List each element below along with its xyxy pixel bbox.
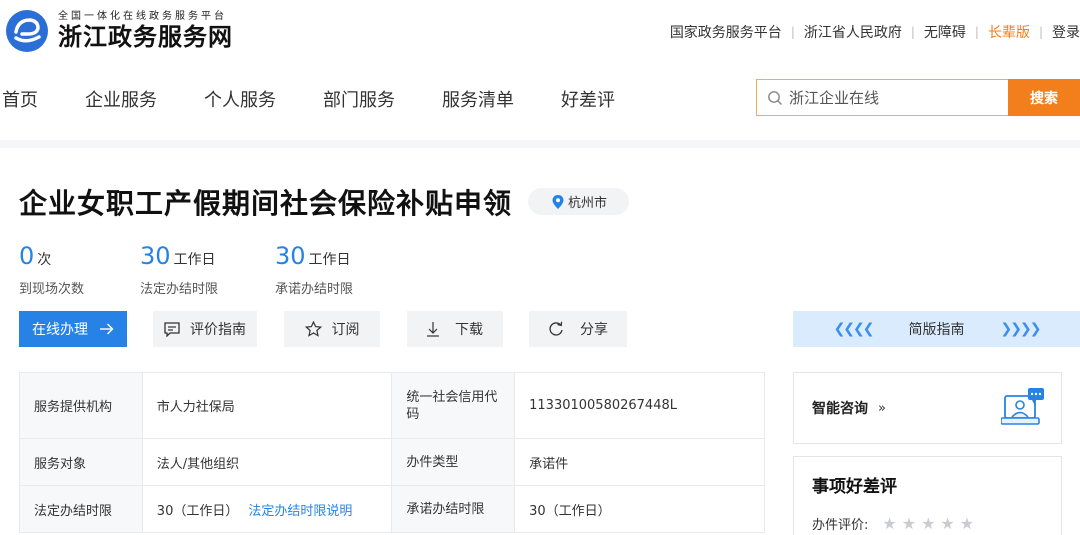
nav-item-rating[interactable]: 好差评 — [561, 86, 615, 112]
share-label: 分享 — [580, 322, 608, 338]
star-rating[interactable]: ★ ★ ★ ★ ★ — [882, 514, 979, 533]
table-cell-value: 法人/其他组织 — [141, 438, 393, 486]
link-provincial-gov[interactable]: 浙江省人民政府 — [804, 22, 902, 42]
star-outline-icon — [304, 321, 322, 337]
legal-time-value: 30（工作日） — [156, 503, 239, 519]
smart-consult-label: 智能咨询 — [812, 401, 868, 417]
divider — [0, 140, 1080, 148]
stat-unit: 次 — [37, 252, 52, 268]
location-badge[interactable]: 杭州市 — [528, 188, 630, 215]
star-icon[interactable]: ★ — [960, 514, 974, 533]
rating-row: 办件评价: ★ ★ ★ ★ ★ — [812, 514, 1043, 533]
table-row: 服务对象 法人/其他组织 办件类型 承诺件 — [19, 438, 765, 486]
separator: | — [974, 25, 979, 39]
service-rating-card: 事项好差评 办件评价: ★ ★ ★ ★ ★ — [793, 456, 1062, 535]
stat-number: 0 — [19, 242, 35, 270]
table-cell-value: 市人力社保局 — [141, 372, 393, 439]
separator: | — [790, 25, 795, 39]
nav-item-home[interactable]: 首页 — [2, 86, 38, 112]
location-label: 杭州市 — [568, 196, 608, 211]
table-cell-label: 服务提供机构 — [19, 372, 143, 439]
table-cell-value: 30（工作日） — [514, 485, 765, 533]
online-apply-label: 在线办理 — [32, 322, 88, 338]
stat-number: 30 — [275, 242, 306, 270]
link-elder-version[interactable]: 长辈版 — [988, 22, 1030, 42]
search-icon — [767, 90, 783, 106]
download-icon — [427, 321, 439, 337]
top-links: 国家政务服务平台 | 浙江省人民政府 | 无障碍 | 长辈版 | 登录 — [670, 22, 1080, 42]
table-cell-label: 办件类型 — [391, 438, 516, 486]
table-cell-label: 服务对象 — [19, 438, 143, 486]
rating-label: 办件评价: — [812, 518, 869, 533]
share-button[interactable]: 分享 — [529, 311, 627, 347]
online-apply-button[interactable]: 在线办理 — [19, 311, 127, 347]
service-info-table: 服务提供机构 市人力社保局 统一社会信用代码 11330100580267448… — [19, 372, 765, 533]
page-title: 企业女职工产假期间社会保险补贴申领 — [19, 187, 513, 220]
rating-title: 事项好差评 — [812, 477, 897, 497]
stat-unit: 工作日 — [173, 252, 216, 268]
simple-guide-label: 简版指南 — [908, 322, 965, 338]
table-row: 法定办结时限 30（工作日） 法定办结时限说明 承诺办结时限 30（工作日） — [19, 485, 765, 533]
stat-label: 法定办结时限 — [140, 282, 219, 297]
table-cell-value: 承诺件 — [514, 438, 765, 486]
site-logo[interactable]: 全国一体化在线政务服务平台 浙江政务服务网 — [6, 10, 233, 52]
stat-label: 承诺办结时限 — [275, 282, 354, 297]
double-chevron-right-icon: » — [878, 400, 886, 416]
stat-promised-time-limit: 30 工作日 承诺办结时限 — [275, 243, 353, 297]
logo-emblem-icon — [6, 10, 48, 52]
legal-time-explanation-link[interactable]: 法定办结时限说明 — [248, 504, 352, 519]
evaluate-guide-button[interactable]: 评价指南 — [153, 311, 257, 347]
main-nav: 首页 企业服务 个人服务 部门服务 服务清单 好差评 — [0, 86, 662, 112]
table-cell-value: 11330100580267448L — [514, 372, 765, 439]
table-cell-label: 承诺办结时限 — [391, 485, 516, 533]
location-pin-icon — [552, 194, 564, 209]
simple-guide-bar[interactable]: ❮❮❮❮ 简版指南 ❯❯❯❯ — [793, 311, 1080, 347]
table-cell-label: 法定办结时限 — [19, 485, 143, 533]
download-button[interactable]: 下载 — [407, 311, 503, 347]
nav-item-service-list[interactable]: 服务清单 — [442, 86, 514, 112]
chevrons-left-icon: ❮❮❮❮ — [833, 321, 875, 337]
stat-onsite-visits: 0次 到现场次数 — [19, 243, 84, 297]
comment-icon — [164, 321, 180, 337]
arrow-right-icon — [100, 323, 114, 335]
table-cell-value: 30（工作日） 法定办结时限说明 — [141, 485, 393, 533]
logo-title: 浙江政务服务网 — [58, 22, 233, 51]
link-accessibility[interactable]: 无障碍 — [924, 22, 966, 42]
table-row: 服务提供机构 市人力社保局 统一社会信用代码 11330100580267448… — [19, 372, 765, 439]
star-icon[interactable]: ★ — [882, 514, 896, 533]
link-national-platform[interactable]: 国家政务服务平台 — [670, 22, 782, 42]
separator: | — [1038, 25, 1043, 39]
link-login[interactable]: 登录 — [1052, 22, 1080, 42]
nav-item-department[interactable]: 部门服务 — [323, 86, 395, 112]
nav-item-personal[interactable]: 个人服务 — [204, 86, 276, 112]
chevrons-right-icon: ❯❯❯❯ — [1000, 321, 1042, 337]
stat-legal-time-limit: 30 工作日 法定办结时限 — [140, 243, 218, 297]
evaluate-guide-label: 评价指南 — [190, 322, 246, 338]
search-input[interactable]: 浙江企业在线 — [756, 79, 1008, 116]
smart-consult-card[interactable]: 智能咨询 » — [793, 372, 1062, 444]
subscribe-label: 订阅 — [331, 322, 360, 338]
stat-label: 到现场次数 — [19, 282, 85, 297]
separator: | — [910, 25, 915, 39]
share-icon — [548, 321, 564, 337]
stat-number: 30 — [140, 242, 171, 270]
site-header: 全国一体化在线政务服务平台 浙江政务服务网 国家政务服务平台 | 浙江省人民政府… — [0, 0, 1080, 70]
consult-assistant-icon — [1000, 388, 1045, 432]
nav-item-enterprise[interactable]: 企业服务 — [85, 86, 157, 112]
stat-unit: 工作日 — [308, 252, 351, 268]
star-icon[interactable]: ★ — [940, 514, 954, 533]
star-icon[interactable]: ★ — [902, 514, 916, 533]
search-bar: 浙江企业在线 搜索 — [756, 79, 1080, 116]
subscribe-button[interactable]: 订阅 — [284, 311, 380, 347]
table-cell-label: 统一社会信用代码 — [391, 372, 516, 439]
search-button[interactable]: 搜索 — [1008, 79, 1080, 116]
download-label: 下载 — [455, 322, 483, 338]
search-input-value: 浙江企业在线 — [789, 89, 880, 107]
star-icon[interactable]: ★ — [921, 514, 935, 533]
